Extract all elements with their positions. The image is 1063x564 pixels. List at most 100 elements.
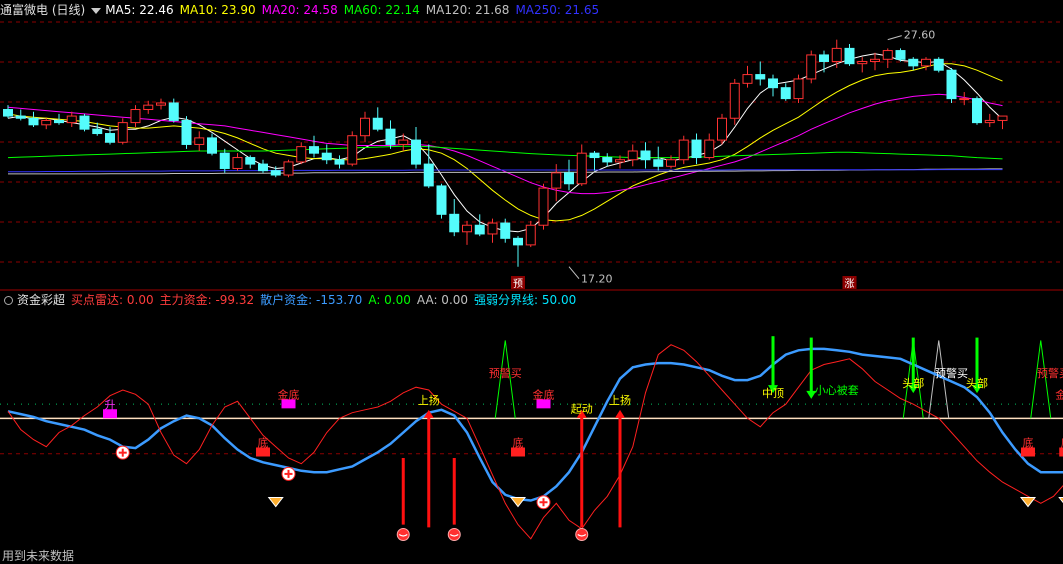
candle-body bbox=[143, 104, 154, 111]
signal-label: 底 bbox=[258, 436, 269, 450]
signal-label: 预警买 bbox=[935, 366, 968, 380]
signal-label: 小心被套 bbox=[815, 384, 859, 397]
signal-label: 上扬 bbox=[609, 393, 631, 407]
candle-body bbox=[717, 117, 727, 141]
candle-body bbox=[398, 139, 409, 145]
signal-label: 金底 bbox=[278, 387, 300, 401]
candle-body bbox=[181, 119, 192, 145]
candle-body bbox=[66, 115, 77, 124]
diamond-icon bbox=[1058, 497, 1063, 504]
candle-body bbox=[576, 152, 587, 185]
high-price-label: 27.60 bbox=[904, 29, 936, 42]
candle-body bbox=[972, 98, 982, 124]
candle-body bbox=[729, 82, 740, 119]
candle-body bbox=[997, 115, 1008, 121]
candle-body bbox=[806, 54, 817, 80]
candle-body bbox=[653, 159, 664, 167]
candle-body bbox=[347, 135, 358, 165]
candle-body bbox=[385, 128, 396, 145]
candle-body bbox=[168, 102, 179, 121]
candle-body bbox=[780, 87, 791, 100]
candle-body bbox=[360, 117, 370, 137]
candle-body bbox=[500, 222, 511, 239]
candle-body bbox=[882, 50, 893, 60]
candle-body bbox=[525, 224, 536, 246]
candle-body bbox=[819, 54, 829, 62]
bottom-marker-label: 预 bbox=[513, 278, 523, 290]
candle-body bbox=[551, 172, 562, 189]
candle-body bbox=[219, 152, 230, 169]
signal-label: 底 bbox=[1023, 436, 1034, 450]
candle-body bbox=[946, 69, 957, 100]
candle-body bbox=[245, 157, 256, 165]
candle-body bbox=[15, 115, 26, 119]
candle-body bbox=[755, 74, 766, 80]
signal-label: 中顶 bbox=[762, 387, 784, 400]
candle-body bbox=[334, 159, 345, 165]
candle-body bbox=[857, 60, 868, 65]
signal-label: 升 bbox=[105, 398, 116, 411]
signal-label: 预警买 bbox=[489, 366, 522, 380]
candle-body bbox=[462, 224, 472, 233]
ball-marker-icon bbox=[575, 528, 589, 541]
candle-body bbox=[41, 119, 52, 126]
candle-body bbox=[666, 159, 676, 167]
low-pointer bbox=[568, 266, 580, 280]
candle-body bbox=[130, 109, 141, 124]
ma-line-ma5 bbox=[7, 53, 1003, 233]
candle-body bbox=[793, 78, 804, 100]
candle-body bbox=[436, 185, 447, 215]
candle-body bbox=[474, 224, 485, 235]
candle-body bbox=[895, 50, 906, 60]
candle-body bbox=[258, 163, 268, 172]
candle-body bbox=[411, 139, 421, 165]
candle-body bbox=[742, 74, 753, 84]
candle-body bbox=[92, 128, 103, 135]
candle-body bbox=[207, 137, 217, 154]
candle-body bbox=[959, 98, 970, 101]
candle-body bbox=[678, 139, 689, 161]
candle-body bbox=[602, 157, 613, 163]
candle-body bbox=[921, 58, 931, 67]
signal-label: 头部 bbox=[966, 376, 988, 390]
candle-body bbox=[270, 170, 281, 176]
signal-label: 上扬 bbox=[418, 393, 440, 407]
candle-body bbox=[283, 161, 294, 176]
candle-body bbox=[296, 146, 307, 163]
bottom-marker-label: 涨 bbox=[845, 278, 855, 290]
candle-body bbox=[704, 139, 715, 159]
candle-body bbox=[538, 187, 549, 226]
candle-body bbox=[908, 58, 919, 67]
signal-label: 金底 bbox=[533, 387, 555, 401]
candle-body bbox=[615, 159, 625, 163]
candle-body bbox=[844, 47, 855, 65]
candle-body bbox=[105, 133, 115, 143]
candle-body bbox=[564, 172, 574, 185]
signal-label: 底 bbox=[513, 436, 524, 450]
ma-line-ma60 bbox=[7, 145, 1003, 160]
chart-canvas[interactable]: 27.6017.20预 涨升金底底上扬预警买金底底起动上扬中顶 小心被套头部预警买头… bbox=[0, 0, 1063, 563]
candle-body bbox=[309, 146, 319, 154]
candle-body bbox=[831, 47, 842, 62]
candle-body bbox=[423, 163, 434, 187]
candle-body bbox=[870, 58, 880, 62]
candle-body bbox=[3, 109, 13, 117]
candle-body bbox=[156, 102, 166, 106]
diamond-icon bbox=[267, 497, 284, 508]
candle-body bbox=[28, 117, 39, 126]
diamond-icon bbox=[1019, 497, 1037, 508]
candle-body bbox=[640, 150, 651, 161]
candle-body bbox=[513, 237, 523, 246]
signal-label: 头部 bbox=[902, 376, 924, 390]
candle-body bbox=[589, 152, 600, 159]
candle-body bbox=[768, 78, 778, 89]
candle-body bbox=[487, 222, 498, 235]
footer-note: 用到未来数据 bbox=[2, 549, 75, 563]
ball-marker-icon bbox=[447, 528, 461, 541]
candle-body bbox=[372, 117, 383, 130]
high-pointer bbox=[887, 35, 902, 41]
candle-body bbox=[117, 122, 128, 143]
signal-label: 金底 bbox=[1055, 387, 1063, 401]
indicator-line bbox=[7, 347, 1063, 502]
candle-body bbox=[449, 213, 460, 233]
